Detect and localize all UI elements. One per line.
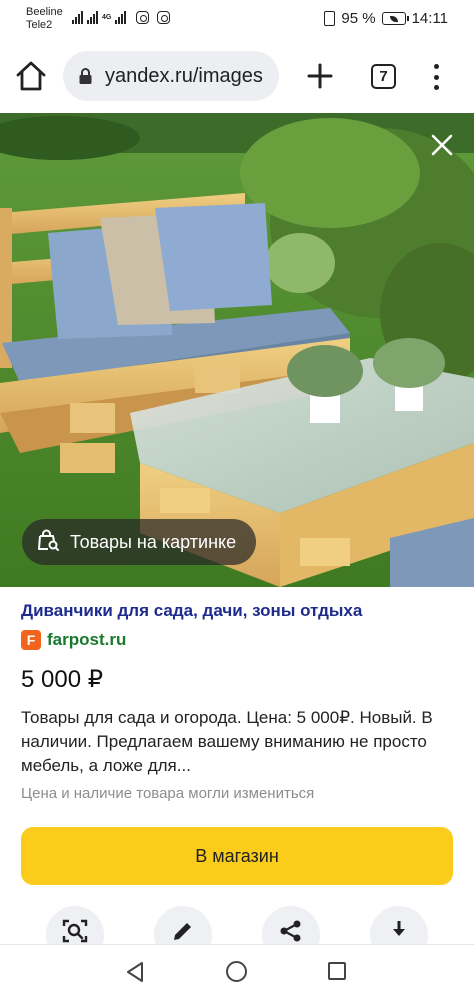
products-chip-label: Товары на картинке	[70, 531, 237, 552]
share-button[interactable]	[262, 906, 320, 946]
home-circle-icon[interactable]	[226, 961, 247, 982]
address-bar[interactable]: yandex.ru/images	[63, 51, 279, 101]
status-icons-right: 95 % 14:11	[324, 10, 448, 27]
signal-icon	[87, 11, 98, 24]
home-icon[interactable]	[14, 60, 48, 92]
image-actions-row	[0, 906, 474, 946]
network-type: 4G	[102, 14, 112, 21]
tabs-icon[interactable]: 7	[371, 64, 396, 89]
browser-toolbar: yandex.ru/images 7	[0, 40, 474, 113]
status-bar: Beeline Tele2 4G 95 % 14:11	[0, 0, 474, 40]
item-info: Диванчики для сада, дачи, зоны отдыха F …	[21, 600, 461, 804]
edit-button[interactable]	[154, 906, 212, 946]
system-navigation-bar	[0, 944, 474, 1000]
edit-icon	[174, 923, 191, 940]
instagram-icon	[136, 11, 150, 24]
download-icon	[393, 921, 405, 936]
result-image[interactable]	[0, 113, 474, 587]
carrier-1: Beeline	[26, 6, 63, 18]
battery-percent: 95 %	[341, 10, 376, 27]
instagram-icon	[157, 11, 171, 24]
price-disclaimer: Цена и наличие товара могли измениться	[21, 785, 315, 802]
status-icons-left: 4G	[72, 11, 171, 24]
go-to-shop-label: В магазин	[195, 845, 279, 866]
item-description: Товары для сада и огорода. Цена: 5 000₽.…	[21, 708, 433, 775]
lens-search-icon	[62, 919, 88, 943]
lock-icon	[78, 68, 93, 84]
products-in-image-button[interactable]: Товары на картинке	[22, 519, 257, 565]
close-icon[interactable]	[427, 130, 457, 160]
vibrate-icon	[324, 11, 336, 26]
back-icon[interactable]	[125, 961, 145, 988]
carrier-names: Beeline Tele2	[26, 6, 63, 32]
farpost-favicon-icon: F	[21, 630, 41, 650]
signal-icon	[115, 11, 127, 24]
battery-icon	[381, 12, 409, 25]
tabs-count: 7	[379, 68, 388, 85]
download-button[interactable]	[370, 906, 428, 946]
lens-search-button[interactable]	[46, 906, 104, 946]
clock: 14:11	[411, 10, 448, 27]
share-icon	[280, 920, 301, 942]
recent-apps-icon[interactable]	[328, 962, 346, 980]
more-vert-icon[interactable]	[428, 62, 444, 92]
item-title-link[interactable]: Диванчики для сада, дачи, зоны отдыха	[21, 600, 461, 622]
plus-icon[interactable]	[306, 62, 334, 90]
item-price: 5 000 ₽	[21, 666, 103, 693]
source-name: farpost.ru	[47, 630, 127, 649]
go-to-shop-button[interactable]: В магазин	[21, 827, 453, 885]
source-link[interactable]: F farpost.ru	[21, 630, 461, 650]
garden-pallet-sofa-photo	[0, 113, 474, 587]
carrier-2: Tele2	[26, 19, 53, 31]
shopping-bag-search-icon	[36, 528, 60, 557]
url-text: yandex.ru/images	[105, 65, 263, 87]
signal-icon	[72, 11, 83, 24]
